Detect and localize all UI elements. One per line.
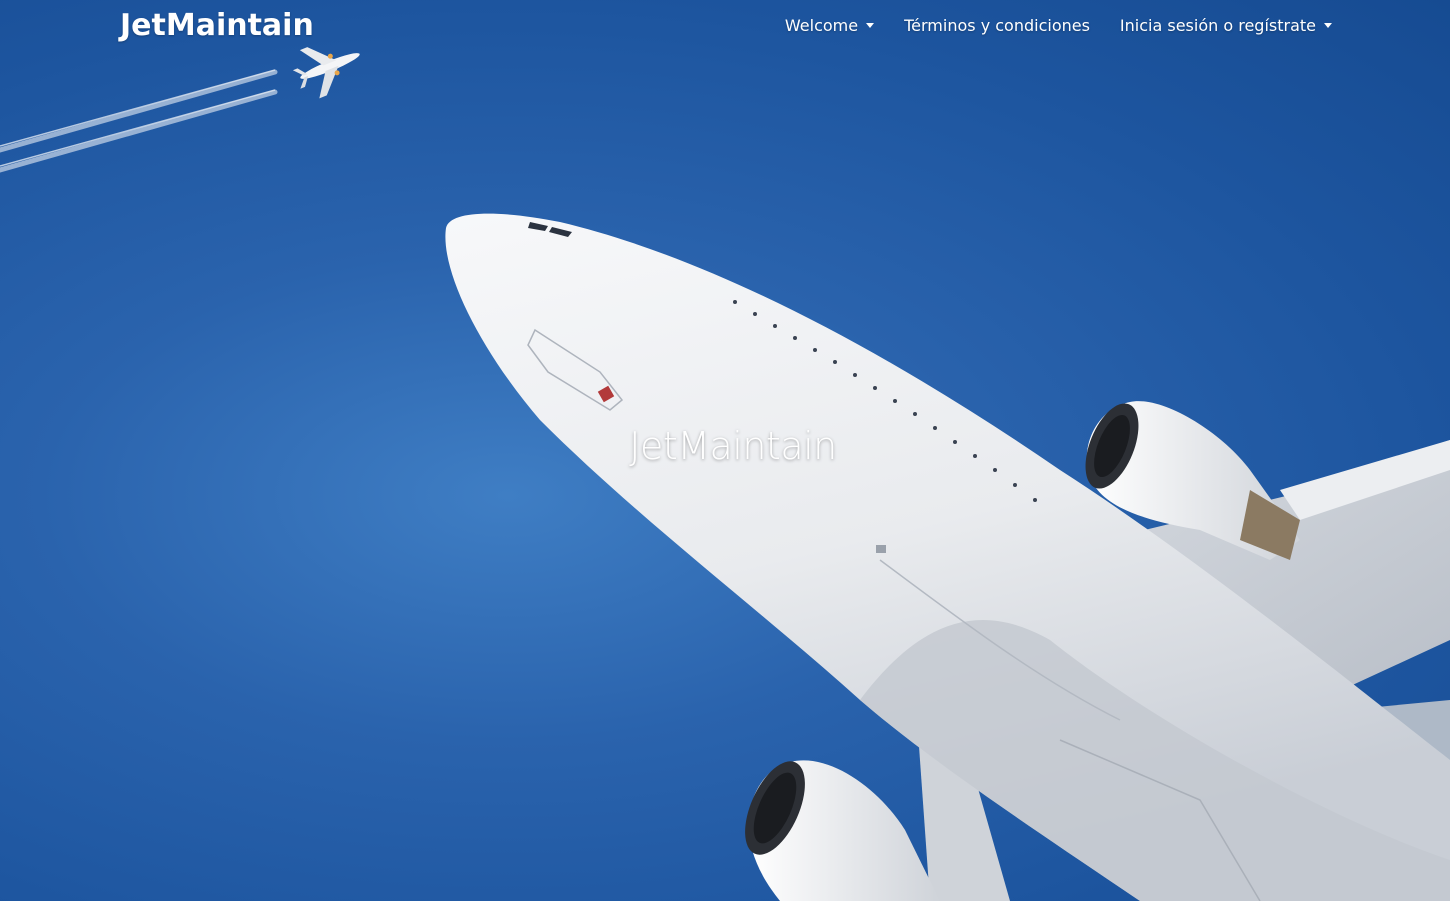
hero-title: JetMaintain [629,424,837,468]
nav-item-label: Términos y condiciones [904,16,1090,35]
chevron-down-icon [866,23,875,28]
nav-item-welcome[interactable]: Welcome [784,16,875,35]
engine-lower [745,760,940,901]
nav-item-label: Welcome [784,16,859,35]
chevron-down-icon [1324,23,1332,28]
top-navbar: JetMaintain Welcome Términos y condicion… [0,0,1450,56]
nav-menu: Welcome Términos y condiciones Inicia se… [785,16,1332,35]
brand-logo-link[interactable]: JetMaintain [120,8,314,43]
nav-item-label: Inicia sesión o regístrate [1119,16,1316,35]
main-airplane [445,213,1450,901]
hero-section: JetMaintain Welcome Términos y condicion… [0,0,1450,901]
nav-item-login-register[interactable]: Inicia sesión o regístrate [1120,16,1332,35]
nav-item-terms[interactable]: Términos y condiciones [904,16,1090,35]
contrail [0,69,278,173]
